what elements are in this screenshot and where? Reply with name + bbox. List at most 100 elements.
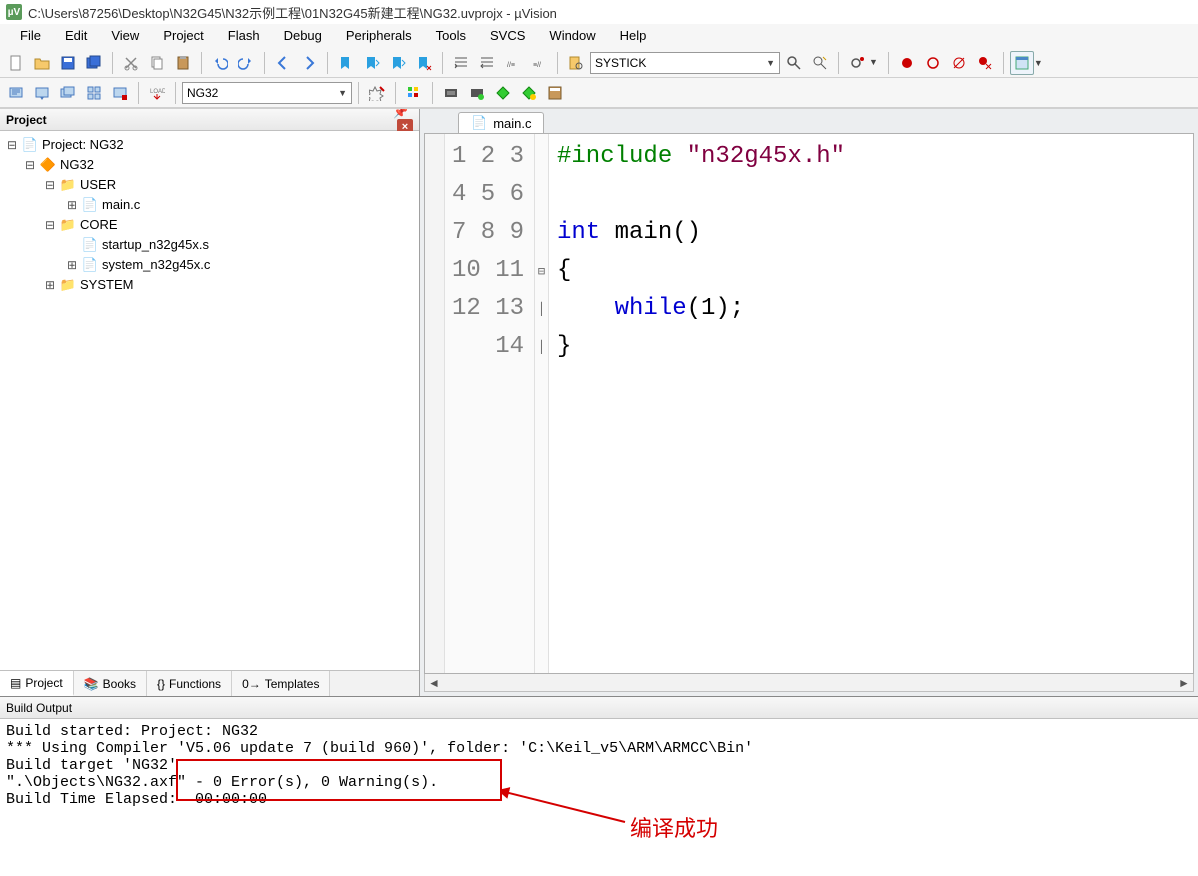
editor-horizontal-scrollbar[interactable]: ◄ ► <box>424 674 1194 692</box>
find-in-files-button[interactable] <box>564 51 588 75</box>
collapse-icon[interactable]: ⊟ <box>6 135 18 155</box>
bookmark-clear-button[interactable] <box>412 51 436 75</box>
find-button[interactable] <box>782 51 806 75</box>
uncomment-button[interactable]: ≡// <box>527 51 551 75</box>
tab-functions[interactable]: {} Functions <box>147 671 232 696</box>
menu-help[interactable]: Help <box>608 26 659 46</box>
manage-components-button[interactable] <box>491 81 515 105</box>
breakpoint-disable-button[interactable] <box>947 51 971 75</box>
nav-back-button[interactable] <box>271 51 295 75</box>
expand-icon[interactable]: ⊞ <box>66 255 78 275</box>
dropdown-icon[interactable]: ▼ <box>1034 58 1043 68</box>
scroll-left-icon[interactable]: ◄ <box>425 676 443 690</box>
books-button[interactable] <box>543 81 567 105</box>
copy-button[interactable] <box>145 51 169 75</box>
project-panel-title: Project <box>6 113 47 127</box>
menu-window[interactable]: Window <box>537 26 607 46</box>
bookmark-next-button[interactable] <box>386 51 410 75</box>
outdent-button[interactable] <box>475 51 499 75</box>
functions-icon: {} <box>157 677 165 691</box>
indent-button[interactable] <box>449 51 473 75</box>
new-file-button[interactable] <box>4 51 28 75</box>
templates-icon: 0→ <box>242 677 261 691</box>
redo-button[interactable] <box>234 51 258 75</box>
collapse-icon[interactable]: ⊟ <box>44 215 56 235</box>
project-icon: 📄 <box>22 137 38 153</box>
save-all-button[interactable] <box>82 51 106 75</box>
project-panel-header: Project 📌 × <box>0 109 419 131</box>
collapse-icon[interactable]: ⊟ <box>24 155 36 175</box>
menu-project[interactable]: Project <box>151 26 215 46</box>
breakpoint-insert-button[interactable] <box>895 51 919 75</box>
collapse-icon[interactable]: ⊟ <box>44 175 56 195</box>
nav-forward-button[interactable] <box>297 51 321 75</box>
build-button[interactable] <box>30 81 54 105</box>
menu-svcs[interactable]: SVCS <box>478 26 537 46</box>
dropdown-icon[interactable]: ▼ <box>869 57 878 67</box>
tree-file[interactable]: ⊞ 📄 main.c <box>2 195 419 215</box>
tree-file[interactable]: ⊞ 📄 system_n32g45x.c <box>2 255 419 275</box>
build-output-text[interactable]: Build started: Project: NG32 *** Using C… <box>0 719 1198 876</box>
build-output-header: Build Output <box>0 697 1198 719</box>
debug-start-button[interactable] <box>845 51 869 75</box>
tree-file[interactable]: 📄 startup_n32g45x.s <box>2 235 419 255</box>
comment-button[interactable]: //≡ <box>501 51 525 75</box>
manage-rte-button[interactable] <box>402 81 426 105</box>
toolbar-build: LOAD NG32 ▼ <box>0 78 1198 108</box>
tree-group-system[interactable]: ⊞ 📁 SYSTEM <box>2 275 419 295</box>
tree-root[interactable]: ⊟ 📄 Project: NG32 <box>2 135 419 155</box>
stop-build-button[interactable] <box>108 81 132 105</box>
menu-file[interactable]: File <box>8 26 53 46</box>
undo-button[interactable] <box>208 51 232 75</box>
expand-icon[interactable]: ⊞ <box>66 195 78 215</box>
tab-project[interactable]: ▤ Project <box>0 671 74 696</box>
target-select[interactable]: NG32 ▼ <box>182 82 352 104</box>
incremental-find-button[interactable] <box>808 51 832 75</box>
code-editor[interactable]: 1 2 3 4 5 6 7 8 9 10 11 12 13 14 ⊟ │ │ #… <box>424 133 1194 674</box>
menu-flash[interactable]: Flash <box>216 26 272 46</box>
open-file-button[interactable] <box>30 51 54 75</box>
tree-target-label: NG32 <box>60 155 94 175</box>
tree-group-core[interactable]: ⊟ 📁 CORE <box>2 215 419 235</box>
configure-button[interactable] <box>517 81 541 105</box>
find-combo[interactable]: SYSTICK ▼ <box>590 52 780 74</box>
menu-view[interactable]: View <box>99 26 151 46</box>
annotation-text: 编译成功 <box>630 811 718 843</box>
menu-bar: File Edit View Project Flash Debug Perip… <box>0 24 1198 48</box>
tab-templates[interactable]: 0→ Templates <box>232 671 330 696</box>
pin-icon[interactable]: 📌 <box>393 108 407 119</box>
menu-edit[interactable]: Edit <box>53 26 99 46</box>
paste-button[interactable] <box>171 51 195 75</box>
select-packs-button[interactable] <box>439 81 463 105</box>
cut-button[interactable] <box>119 51 143 75</box>
tree-group-label: USER <box>80 175 116 195</box>
expand-icon[interactable]: ⊞ <box>44 275 56 295</box>
editor-tab-mainc[interactable]: 📄 main.c <box>458 112 544 133</box>
bookmark-toggle-button[interactable] <box>334 51 358 75</box>
folder-icon: 📁 <box>60 217 76 233</box>
translate-button[interactable] <box>4 81 28 105</box>
bookmark-prev-button[interactable] <box>360 51 384 75</box>
save-button[interactable] <box>56 51 80 75</box>
batch-build-button[interactable] <box>82 81 106 105</box>
window-layout-button[interactable] <box>1010 51 1034 75</box>
editor-margin <box>425 134 445 673</box>
fold-column[interactable]: ⊟ │ │ <box>535 134 549 673</box>
rebuild-button[interactable] <box>56 81 80 105</box>
separator <box>1003 52 1004 74</box>
menu-tools[interactable]: Tools <box>424 26 478 46</box>
tree-group-user[interactable]: ⊟ 📁 USER <box>2 175 419 195</box>
target-options-button[interactable] <box>365 81 389 105</box>
tab-books[interactable]: 📚 Books <box>74 671 147 696</box>
breakpoint-enable-button[interactable] <box>921 51 945 75</box>
download-button[interactable]: LOAD <box>145 81 169 105</box>
scroll-right-icon[interactable]: ► <box>1175 676 1193 690</box>
pack-installer-button[interactable] <box>465 81 489 105</box>
project-tree[interactable]: ⊟ 📄 Project: NG32 ⊟ 🔶 NG32 ⊟ 📁 USER ⊞ 📄 … <box>0 131 419 670</box>
tree-target[interactable]: ⊟ 🔶 NG32 <box>2 155 419 175</box>
separator <box>175 82 176 104</box>
breakpoint-kill-button[interactable] <box>973 51 997 75</box>
code-content[interactable]: #include "n32g45x.h" int main() { while(… <box>549 134 1193 673</box>
menu-debug[interactable]: Debug <box>272 26 334 46</box>
menu-peripherals[interactable]: Peripherals <box>334 26 424 46</box>
